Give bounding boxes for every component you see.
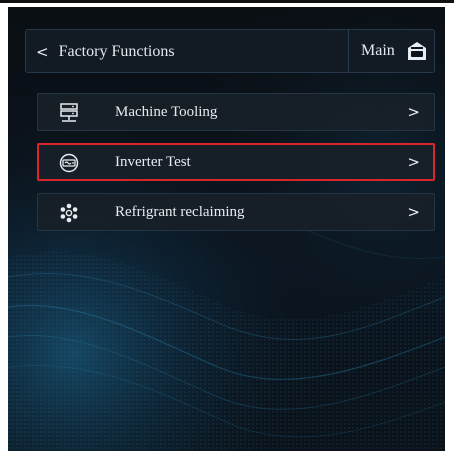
chevron-right-icon: >: [407, 203, 420, 221]
back-button[interactable]: < Factory Functions: [36, 30, 175, 74]
main-label: Main: [361, 42, 395, 59]
chevron-right-icon: >: [407, 153, 420, 171]
menu-item-label: Machine Tooling: [115, 103, 218, 120]
inverter-test-icon: [59, 153, 79, 173]
page-title: Factory Functions: [58, 43, 175, 60]
main-button[interactable]: Main: [349, 30, 434, 72]
chevron-left-icon: <: [36, 43, 49, 61]
machine-tooling-icon: [60, 103, 78, 122]
home-icon: [408, 42, 426, 60]
menu-item-label: Refrigrant reclaiming: [115, 203, 245, 220]
top-border: [0, 0, 454, 3]
menu-item-label: Inverter Test: [115, 153, 191, 170]
menu-item-refrigrant-reclaiming[interactable]: Refrigrant reclaiming >: [37, 193, 435, 231]
menu-item-machine-tooling[interactable]: Machine Tooling >: [37, 93, 435, 131]
chevron-right-icon: >: [407, 103, 420, 121]
app-screen: < Factory Functions Main Machine Tooling…: [8, 7, 445, 451]
menu-item-inverter-test[interactable]: Inverter Test >: [37, 143, 435, 181]
header-bar: < Factory Functions Main: [25, 29, 435, 73]
snowflake-icon: [60, 203, 78, 223]
